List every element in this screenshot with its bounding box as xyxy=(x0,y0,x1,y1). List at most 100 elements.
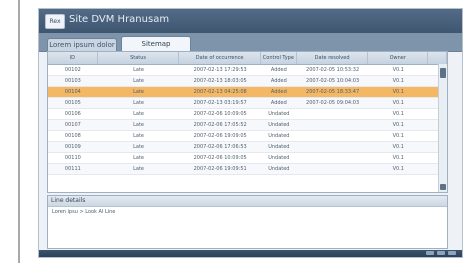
table-cell: Late xyxy=(133,111,144,117)
table-row[interactable]: 00106 Late 2007-02-06 10:09:05 Undated V0.1 xyxy=(48,109,447,120)
table-cell: Undated xyxy=(268,166,290,172)
app-logo-text: Rex xyxy=(49,18,61,25)
table-row[interactable]: 00111 Late 2007-02-06 19:09:51 Undated V0.1 xyxy=(48,164,447,175)
column-header[interactable] xyxy=(428,52,447,64)
vertical-scrollbar[interactable] xyxy=(438,64,447,192)
table-cell: Late xyxy=(133,122,144,128)
table-cell: 00111 xyxy=(64,166,81,172)
table-cell: 00108 xyxy=(64,133,81,139)
table-row[interactable]: 00103 Late 2007-02-13 18:03:05 Added 2007-02… xyxy=(48,76,447,87)
tab-sitemap[interactable]: Sitemap xyxy=(121,36,191,51)
status-indicator-icon xyxy=(426,251,434,255)
table-cell: 2007-02-13 18:03:05 xyxy=(193,78,247,84)
table-cell: 2007-02-06 19:09:51 xyxy=(193,166,247,172)
table-cell: V0.1 xyxy=(392,133,404,139)
title-bar: Rex Site DVM Hranusam xyxy=(39,9,462,34)
table-cell: 2007-02-05 10:04:03 xyxy=(306,78,360,84)
column-header[interactable]: Owner xyxy=(368,52,429,64)
table-cell: 00106 xyxy=(64,111,81,117)
table-cell: V0.1 xyxy=(392,144,404,150)
table-cell: Late xyxy=(133,100,144,106)
table-cell xyxy=(297,120,369,130)
table-cell xyxy=(297,131,369,141)
table-cell: Undated xyxy=(268,144,290,150)
table-cell: 2007-02-06 10:09:05 xyxy=(193,111,247,117)
table-cell: V0.1 xyxy=(392,166,404,172)
table-cell: Late xyxy=(133,133,144,139)
table-cell: Late xyxy=(133,89,144,95)
table-cell xyxy=(297,164,369,174)
table-cell: 2007-02-06 10:09:05 xyxy=(193,155,247,161)
status-indicator-icon xyxy=(448,251,456,255)
table-cell: Undated xyxy=(268,122,290,128)
table-cell xyxy=(297,153,369,163)
table-cell: 2007-02-06 17:05:52 xyxy=(193,122,247,128)
table-cell: 2007-02-05 10:53:32 xyxy=(306,67,360,73)
table-row[interactable]: 00105 Late 2007-02-13 03:19:57 Added 2007-02… xyxy=(48,98,447,109)
column-header[interactable]: ID xyxy=(48,52,98,64)
table-cell: 2007-02-13 03:19:57 xyxy=(193,100,247,106)
details-body: Loren ipsu > Look Al Line xyxy=(52,209,116,215)
table-row[interactable]: 00109 Late 2007-02-06 17:06:53 Undated V0.1 xyxy=(48,142,447,153)
column-header[interactable]: Date of occurrence xyxy=(179,52,261,64)
table-cell: 2007-02-13 17:29:53 xyxy=(193,67,247,73)
table-cell: Undated xyxy=(268,155,290,161)
app-logo-icon: Rex xyxy=(45,14,65,29)
tab-bar: Lorem ipsum dolor Sitemap xyxy=(39,33,462,52)
table-cell: 2007-02-05 09:04:03 xyxy=(306,100,360,106)
details-title: Line details xyxy=(48,196,447,207)
table-cell: 00110 xyxy=(64,155,81,161)
line-details-panel: Line details Loren ipsu > Look Al Line xyxy=(47,195,448,249)
table-row[interactable]: 00110 Late 2007-02-06 10:09:05 Undated V0.1 xyxy=(48,153,447,164)
table-cell: V0.1 xyxy=(392,67,404,73)
table-cell: Late xyxy=(133,166,144,172)
table-cell: 00104 xyxy=(64,89,81,95)
data-grid: ID Status Date of occurrence Control Typ… xyxy=(47,51,448,193)
status-bar xyxy=(39,250,462,257)
table-row[interactable]: 00102 Late 2007-02-13 17:29:53 Added 2007-02… xyxy=(48,65,447,76)
table-cell: V0.1 xyxy=(392,78,404,84)
table-cell: Added xyxy=(270,78,287,84)
table-cell: 00109 xyxy=(64,144,81,150)
table-cell: Late xyxy=(133,78,144,84)
table-cell: V0.1 xyxy=(392,111,404,117)
table-cell: Late xyxy=(133,144,144,150)
status-indicator-icon xyxy=(437,251,445,255)
table-cell: 00102 xyxy=(64,67,81,73)
table-cell: 00105 xyxy=(64,100,81,106)
app-window: Rex Site DVM Hranusam Lorem ipsum dolor … xyxy=(38,8,463,258)
column-header[interactable]: Status xyxy=(98,52,180,64)
table-cell: 00107 xyxy=(64,122,81,128)
table-cell xyxy=(297,109,369,119)
table-row-selected[interactable]: 00104 Late 2007-02-13 04:25:08 Added 2007-02… xyxy=(48,87,447,98)
table-cell: Added xyxy=(270,89,287,95)
table-cell: Late xyxy=(133,67,144,73)
table-cell: Undated xyxy=(268,111,290,117)
window-title: Site DVM Hranusam xyxy=(69,14,170,25)
table-cell: 00103 xyxy=(64,78,81,84)
table-row[interactable]: 00107 Late 2007-02-06 17:05:52 Undated V0.1 xyxy=(48,120,447,131)
table-cell: V0.1 xyxy=(392,100,404,106)
table-cell: V0.1 xyxy=(392,155,404,161)
tab-first[interactable]: Lorem ipsum dolor xyxy=(47,38,117,51)
table-cell: V0.1 xyxy=(392,89,404,95)
scroll-down-arrow-icon[interactable] xyxy=(440,184,446,190)
column-header[interactable]: Date resolved xyxy=(297,52,369,64)
status-indicators xyxy=(426,251,456,255)
table-cell: Undated xyxy=(268,133,290,139)
table-row[interactable]: 00108 Late 2007-02-06 19:09:05 Undated V0.1 xyxy=(48,131,447,142)
table-cell: 2007-02-06 17:06:53 xyxy=(193,144,247,150)
grid-body: 00102 Late 2007-02-13 17:29:53 Added 2007-02… xyxy=(48,65,447,175)
grid-header: ID Status Date of occurrence Control Typ… xyxy=(48,52,447,65)
table-cell: 2007-02-06 19:09:05 xyxy=(193,133,247,139)
table-cell: 2007-02-13 04:25:08 xyxy=(193,89,247,95)
table-cell xyxy=(297,142,369,152)
table-cell: 2007-02-05 18:33:47 xyxy=(306,89,360,95)
table-cell: Late xyxy=(133,155,144,161)
table-cell: V0.1 xyxy=(392,122,404,128)
table-cell: Added xyxy=(270,67,287,73)
column-header[interactable]: Control Type xyxy=(261,52,297,64)
table-cell: Added xyxy=(270,100,287,106)
scroll-thumb[interactable] xyxy=(440,68,446,78)
page-left-rule xyxy=(18,0,20,263)
